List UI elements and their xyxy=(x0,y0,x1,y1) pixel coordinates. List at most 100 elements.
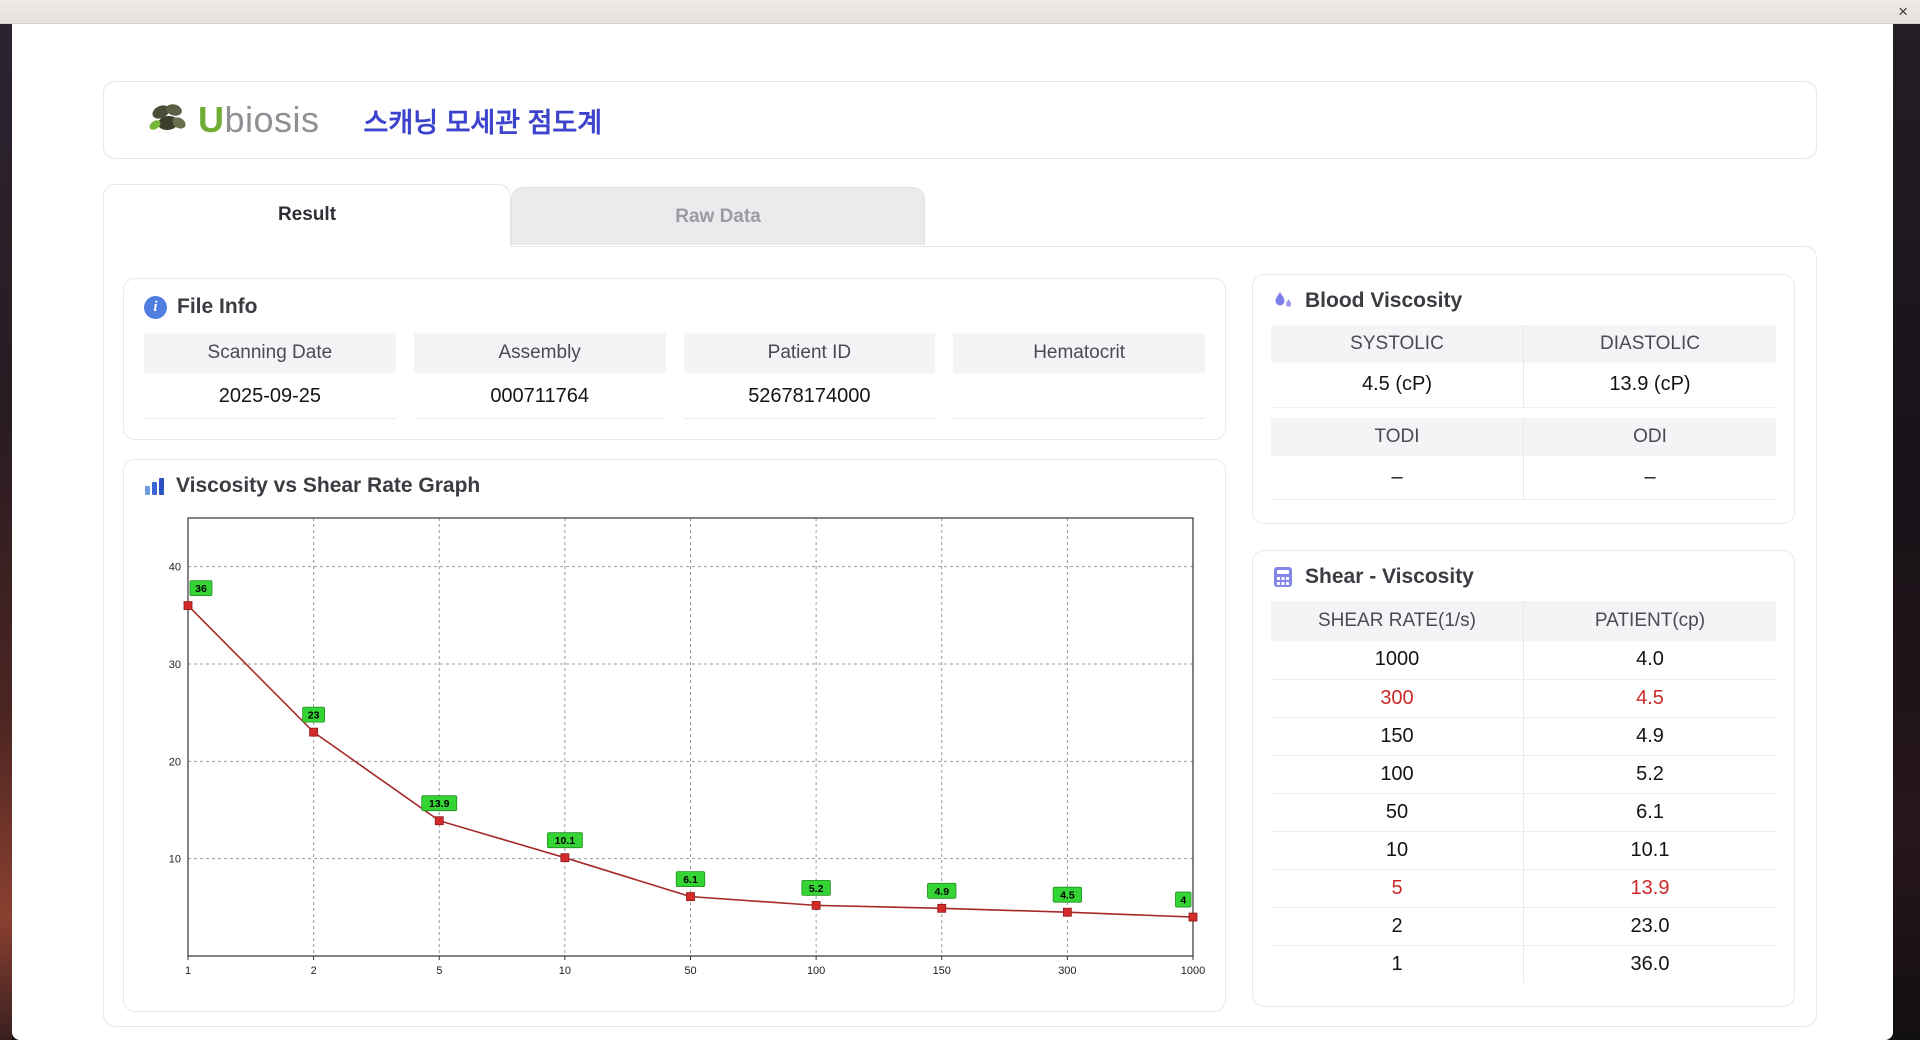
field-value: 000711764 xyxy=(413,373,666,419)
shear-rate-cell: 50 xyxy=(1271,793,1524,832)
app-header: Ubiosis 스캐닝 모세관 점도계 xyxy=(103,81,1817,159)
svg-text:23: 23 xyxy=(308,710,320,722)
table-row: 4.5 (cP) 13.9 (cP) xyxy=(1271,363,1776,408)
shear-rate-cell: 100 xyxy=(1271,755,1524,794)
table-row: – – xyxy=(1271,455,1776,500)
ubiosis-logo: Ubiosis xyxy=(146,99,320,141)
calculator-icon xyxy=(1271,565,1295,589)
table-row: 5 13.9 xyxy=(1271,869,1776,908)
shear-rate-cell: 10 xyxy=(1271,831,1524,870)
tab-raw-data[interactable]: Raw Data xyxy=(511,187,925,245)
table-row: 150 4.9 xyxy=(1271,717,1776,756)
patient-value-cell: 5.2 xyxy=(1523,755,1776,794)
viscosity-vs-shear-rate-chart: 10 20 30 40 1 2 5 10 50 100 150 300 1000 36 23 13.9 10.1… xyxy=(169,517,1205,977)
wallpaper-edge-left xyxy=(0,24,12,1040)
field-hematocrit: Hematocrit xyxy=(953,333,1205,419)
svg-text:40: 40 xyxy=(169,562,181,574)
patient-column-header: PATIENT(cp) xyxy=(1523,601,1776,641)
shear-viscosity-title: Shear - Viscosity xyxy=(1305,565,1474,588)
field-label: Scanning Date xyxy=(144,333,396,373)
shear-rate-cell: 1000 xyxy=(1271,641,1524,680)
svg-text:10: 10 xyxy=(169,854,181,866)
patient-value-cell: 4.0 xyxy=(1523,641,1776,680)
shear-viscosity-table: SHEAR RATE(1/s) PATIENT(cp) 1000 4.0 300… xyxy=(1271,601,1776,983)
systolic-header: SYSTOLIC xyxy=(1271,325,1524,363)
table-header-row: TODI ODI xyxy=(1271,417,1776,456)
table-row: 1 36.0 xyxy=(1271,945,1776,983)
logo-text: Ubiosis xyxy=(198,99,320,140)
svg-text:4.5: 4.5 xyxy=(1060,890,1075,902)
svg-text:2: 2 xyxy=(311,965,317,977)
patient-value-cell: 13.9 xyxy=(1523,869,1776,908)
file-info-fields: Scanning Date 2025-09-25 Assembly 000711… xyxy=(144,333,1205,419)
graph-title: Viscosity vs Shear Rate Graph xyxy=(176,474,481,497)
leaf-logo-icon xyxy=(149,104,186,131)
svg-text:150: 150 xyxy=(933,965,951,977)
odi-value: – xyxy=(1523,455,1776,500)
table-header-row: SHEAR RATE(1/s) PATIENT(cp) xyxy=(1271,601,1776,641)
svg-text:36: 36 xyxy=(195,583,207,595)
blood-viscosity-card: Blood Viscosity SYSTOLIC DIASTOLIC 4.5 (… xyxy=(1252,274,1795,524)
info-icon: i xyxy=(144,295,167,319)
todi-value: – xyxy=(1271,455,1524,500)
patient-value-cell: 23.0 xyxy=(1523,907,1776,946)
table-row: 1000 4.0 xyxy=(1271,641,1776,680)
viscosity-graph-card: Viscosity vs Shear Rate Graph 10 20 30 40 1 2… xyxy=(123,459,1226,1012)
svg-text:100: 100 xyxy=(807,965,825,977)
page-title: 스캐닝 모세관 점도계 xyxy=(363,107,603,138)
diastolic-value: 13.9 (cP) xyxy=(1523,363,1776,408)
patient-value-cell: 4.9 xyxy=(1523,717,1776,756)
shear-viscosity-card: Shear - Viscosity SHEAR RATE(1/s) PATIEN… xyxy=(1252,550,1795,1007)
field-value: 2025-09-25 xyxy=(144,373,396,419)
close-icon[interactable]: × xyxy=(1898,1,1908,23)
wallpaper-edge-right xyxy=(1893,24,1920,1040)
svg-text:5.2: 5.2 xyxy=(809,883,824,895)
svg-text:30: 30 xyxy=(169,659,181,671)
shear-rate-cell: 150 xyxy=(1271,717,1524,756)
svg-text:10.1: 10.1 xyxy=(555,835,576,847)
svg-text:10: 10 xyxy=(559,965,571,977)
svg-text:13.9: 13.9 xyxy=(429,798,450,810)
odi-header: ODI xyxy=(1523,417,1776,456)
table-row: 300 4.5 xyxy=(1271,679,1776,718)
tab-result[interactable]: Result xyxy=(103,184,511,247)
shear-rate-cell: 1 xyxy=(1271,945,1524,983)
todi-header: TODI xyxy=(1271,417,1524,456)
systolic-value: 4.5 (cP) xyxy=(1271,363,1524,408)
table-row: 2 23.0 xyxy=(1271,907,1776,946)
field-label: Patient ID xyxy=(683,333,936,373)
svg-text:4.9: 4.9 xyxy=(934,886,949,898)
result-panel: i File Info Scanning Date 2025-09-25 Ass… xyxy=(103,246,1817,1027)
svg-text:1000: 1000 xyxy=(1181,965,1205,977)
field-scanning-date: Scanning Date 2025-09-25 xyxy=(144,333,396,419)
field-label: Assembly xyxy=(413,333,666,373)
svg-text:50: 50 xyxy=(684,965,696,977)
svg-text:300: 300 xyxy=(1058,965,1076,977)
table-header-row: SYSTOLIC DIASTOLIC xyxy=(1271,325,1776,363)
svg-text:6.1: 6.1 xyxy=(683,874,698,886)
svg-text:1: 1 xyxy=(185,965,191,977)
patient-value-cell: 36.0 xyxy=(1630,952,1670,975)
table-row: 50 6.1 xyxy=(1271,793,1776,832)
field-label: Hematocrit xyxy=(953,333,1205,373)
table-row: 100 5.2 xyxy=(1271,755,1776,794)
todi-odi-table: TODI ODI – – xyxy=(1271,417,1776,500)
file-info-title: File Info xyxy=(177,295,258,318)
table-row: 10 10.1 xyxy=(1271,831,1776,870)
shear-rate-cell: 300 xyxy=(1271,679,1524,718)
patient-value-cell: 10.1 xyxy=(1523,831,1776,870)
water-drops-icon xyxy=(1271,289,1295,313)
systolic-diastolic-table: SYSTOLIC DIASTOLIC 4.5 (cP) 13.9 (cP) xyxy=(1271,325,1776,408)
shear-rate-cell: 5 xyxy=(1271,869,1524,908)
file-info-card: i File Info Scanning Date 2025-09-25 Ass… xyxy=(123,278,1226,440)
patient-value-cell: 4.5 xyxy=(1523,679,1776,718)
bar-chart-icon xyxy=(142,474,166,498)
svg-text:5: 5 xyxy=(436,965,442,977)
shear-rate-column-header: SHEAR RATE(1/s) xyxy=(1271,601,1524,641)
svg-text:4: 4 xyxy=(1180,895,1186,907)
field-value: 52678174000 xyxy=(683,373,936,419)
field-assembly: Assembly 000711764 xyxy=(413,333,666,419)
app-window: Ubiosis 스캐닝 모세관 점도계 Result Raw Data i Fi… xyxy=(12,24,1893,1040)
svg-text:20: 20 xyxy=(169,756,181,768)
window-titlebar: × xyxy=(0,0,1920,24)
